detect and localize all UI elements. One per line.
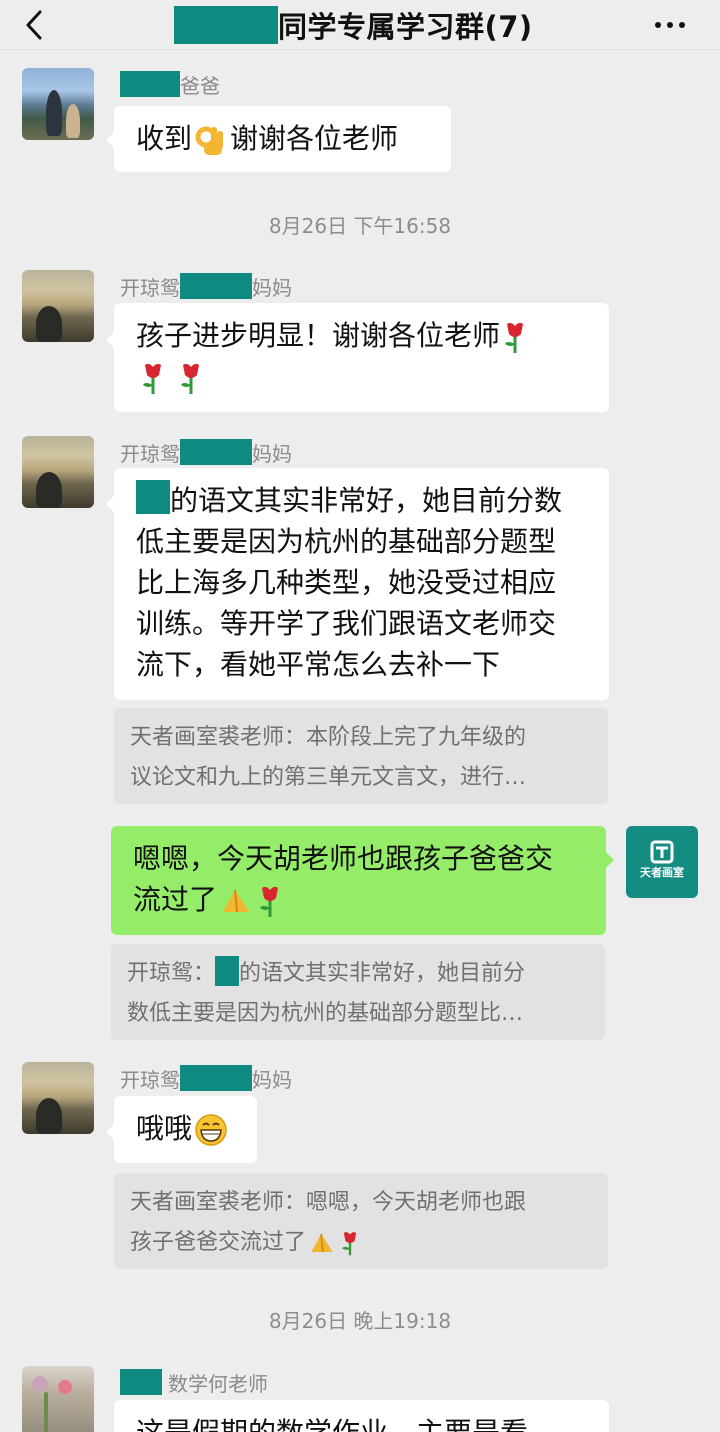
quoted-message[interactable]: 天者画室裘老师：嗯嗯，今天胡老师也跟 孩子爸爸交流过了 [114, 1173, 608, 1269]
bubble-tail [606, 852, 614, 868]
timestamp: 8月26日 下午16:58 [268, 214, 452, 238]
brand-logo-icon [650, 840, 674, 864]
pray-emoji-icon [311, 1233, 333, 1253]
sender-name: 开琼鸳 妈妈 [120, 273, 292, 300]
redaction-block [120, 1369, 162, 1395]
rose-emoji-icon [505, 322, 524, 353]
group-title: 同学专属学习群(7) [278, 10, 533, 44]
timestamp: 8月26日 晚上19:18 [268, 1309, 452, 1333]
sender-name: 数学何老师 [120, 1369, 268, 1396]
redaction-block [120, 71, 180, 97]
redaction-block [174, 6, 278, 44]
brand-avatar[interactable]: 天者画室 [626, 826, 698, 898]
quoted-message[interactable]: 开琼鸳： 的语文其实非常好，她目前分 数低主要是因为杭州的基础部分题型比… [111, 944, 605, 1040]
quoted-message[interactable]: 天者画室裘老师：本阶段上完了九年级的 议论文和九上的第三单元文言文，进行… [114, 708, 608, 804]
redaction-block [180, 1065, 252, 1091]
chat-header: 同学专属学习群(7) [0, 0, 720, 50]
message-bubble[interactable]: 嗯嗯，今天胡老师也跟孩子爸爸交 流过了 [111, 826, 606, 935]
avatar[interactable] [22, 68, 94, 140]
redaction-block [180, 439, 252, 465]
chevron-left-icon[interactable] [20, 8, 50, 42]
avatar[interactable] [22, 436, 94, 508]
avatar[interactable] [22, 1366, 94, 1432]
redaction-block [180, 273, 252, 299]
rose-emoji-icon [260, 886, 279, 917]
sender-name: 开琼鸳 妈妈 [120, 439, 292, 466]
bubble-tail [106, 332, 114, 348]
message-bubble[interactable]: 这是假期的数学作业，主要是看 [114, 1400, 609, 1432]
bubble-tail [106, 1124, 114, 1140]
avatar[interactable] [22, 270, 94, 342]
rose-emoji-icon [143, 363, 161, 394]
message-bubble[interactable]: 哦哦 [114, 1096, 257, 1163]
redaction-block [215, 956, 240, 986]
chat-title: 同学专属学习群(7) [174, 6, 533, 44]
grin-emoji-icon [195, 1114, 227, 1146]
avatar[interactable] [22, 1062, 94, 1134]
ok-hand-emoji-icon [195, 126, 224, 155]
rose-emoji-icon [342, 1232, 357, 1256]
rose-emoji-icon [181, 363, 199, 394]
message-bubble[interactable]: 孩子进步明显！谢谢各位老师 [114, 303, 609, 412]
pray-emoji-icon [223, 889, 250, 913]
more-dots-icon[interactable] [650, 16, 690, 34]
message-bubble[interactable]: 收到 谢谢各位老师 [114, 106, 451, 172]
bubble-tail [106, 496, 114, 512]
message-bubble[interactable]: 的语文其实非常好，她目前分数 低主要是因为杭州的基础部分题型 比上海多几种类型，… [114, 468, 609, 700]
redaction-block [136, 480, 170, 514]
sender-name: 开琼鸳 妈妈 [120, 1065, 292, 1092]
bubble-tail [106, 132, 114, 148]
sender-name: 爸爸 [120, 71, 220, 98]
